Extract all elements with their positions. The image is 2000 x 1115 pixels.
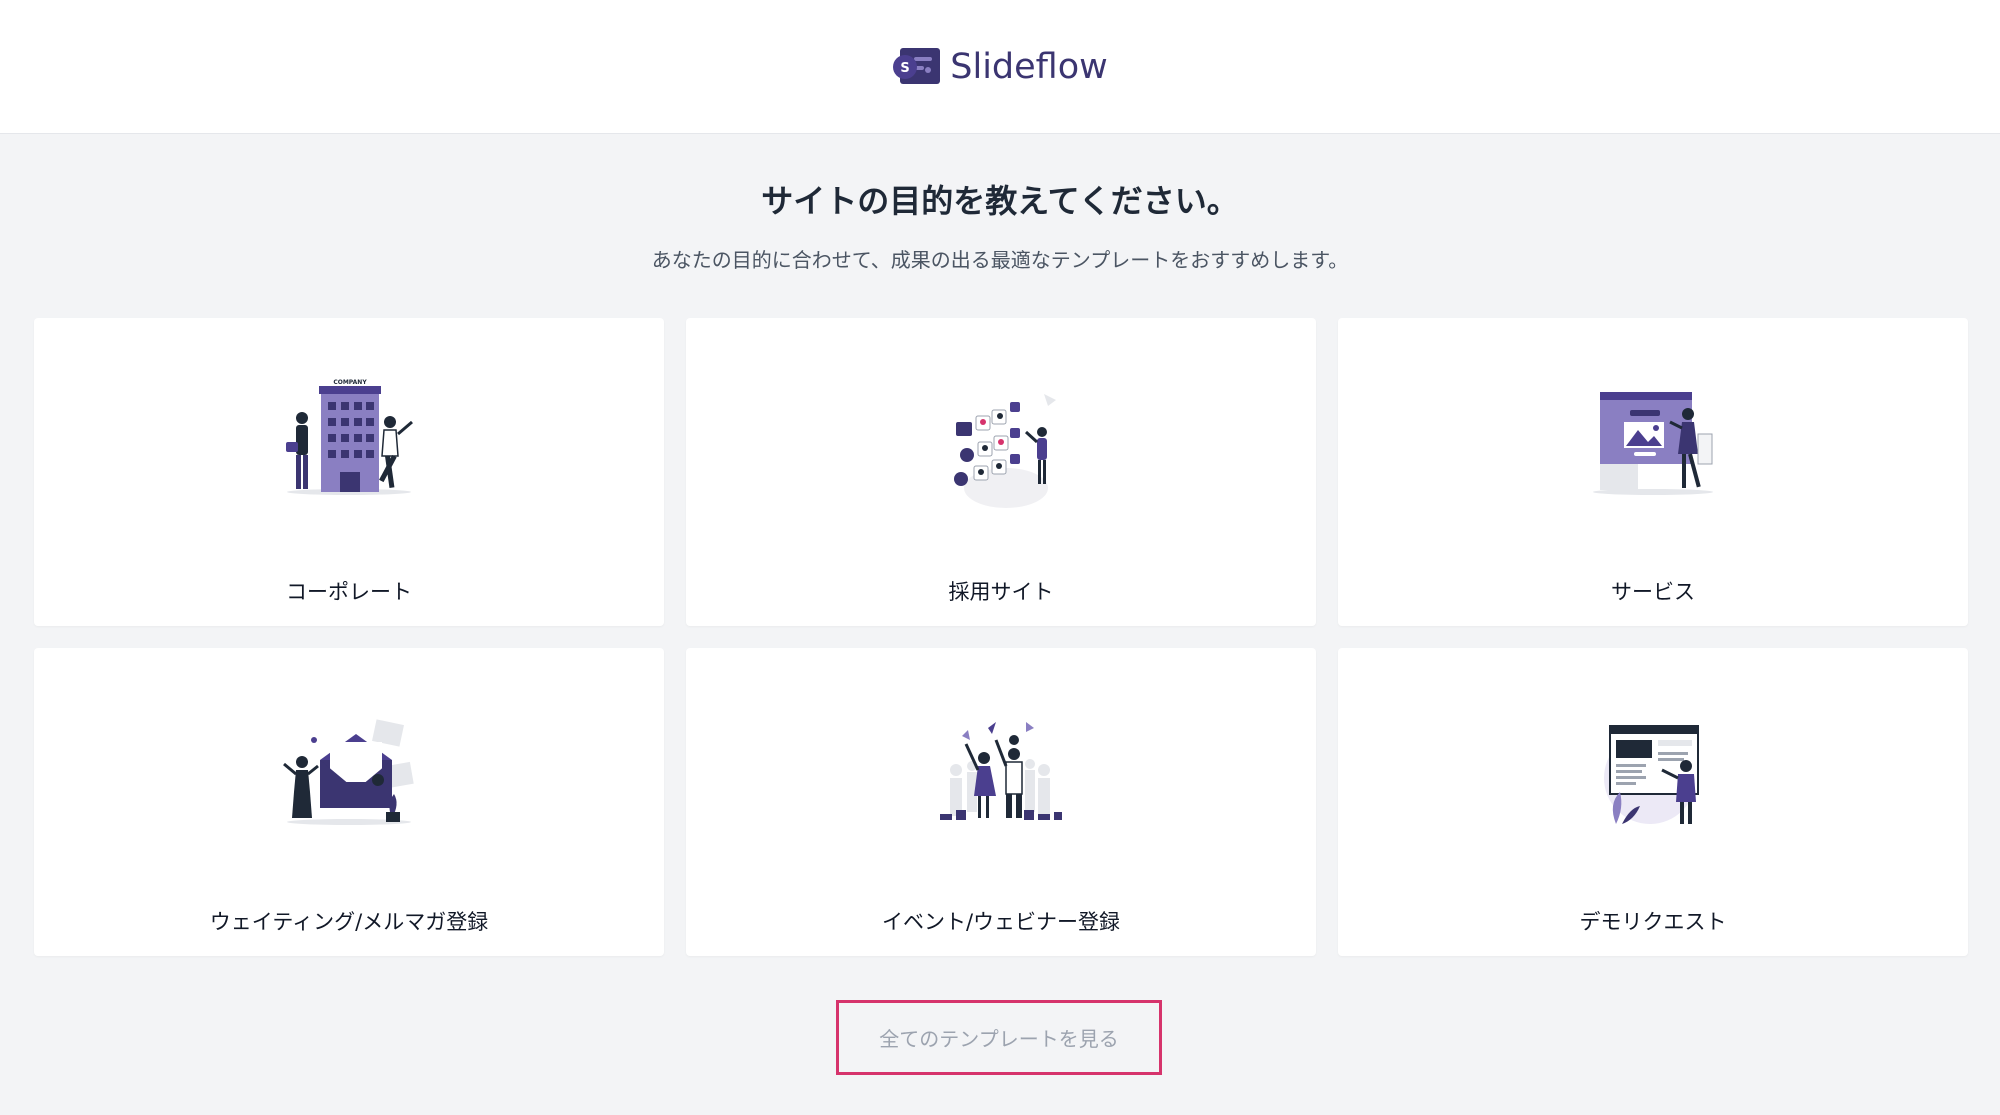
top-bar: S Slideflow	[0, 0, 2000, 134]
newsletter-illustration-icon	[283, 719, 414, 825]
demo-request-illustration-icon	[1604, 725, 1699, 824]
purpose-card-event[interactable]: イベント/ウェビナー登録	[686, 648, 1316, 956]
corporate-illustration-icon: COMPANY	[286, 379, 413, 495]
purpose-card-newsletter[interactable]: ウェイティング/メルマガ登録	[34, 648, 664, 956]
purpose-card-label: コーポレート	[286, 580, 412, 604]
purpose-card-recruit[interactable]: 採用サイト	[686, 318, 1316, 626]
logo[interactable]: S Slideflow	[892, 44, 1108, 90]
page-subtitle: あなたの目的に合わせて、成果の出る最適なテンプレートをおすすめします。	[651, 248, 1349, 272]
page-title: サイトの目的を教えてください。	[761, 182, 1239, 220]
logo-letter: S	[901, 61, 910, 76]
purpose-card-label: サービス	[1611, 580, 1695, 604]
purpose-card-service[interactable]: サービス	[1338, 318, 1968, 626]
purpose-card-label: ウェイティング/メルマガ登録	[209, 910, 489, 934]
recruit-illustration-icon	[954, 394, 1056, 508]
view-all-templates-button[interactable]: 全てのテンプレートを見る	[836, 1000, 1162, 1075]
service-illustration-icon	[1593, 392, 1713, 495]
purpose-card-label: デモリクエスト	[1579, 910, 1727, 934]
event-illustration-icon	[940, 722, 1062, 820]
svg-text:COMPANY: COMPANY	[333, 379, 367, 386]
purpose-card-label: イベント/ウェビナー登録	[881, 910, 1121, 934]
logo-text: Slideflow	[950, 46, 1108, 87]
purpose-grid: COMPANY コーポレート 採用サイト サービス ウェイティング/メルマガ登録…	[34, 318, 1968, 956]
purpose-card-label: 採用サイト	[948, 580, 1054, 604]
slideflow-logo-icon: S	[893, 47, 941, 84]
purpose-card-corporate[interactable]: COMPANY コーポレート	[34, 318, 664, 626]
purpose-card-demo-request[interactable]: デモリクエスト	[1338, 648, 1968, 956]
